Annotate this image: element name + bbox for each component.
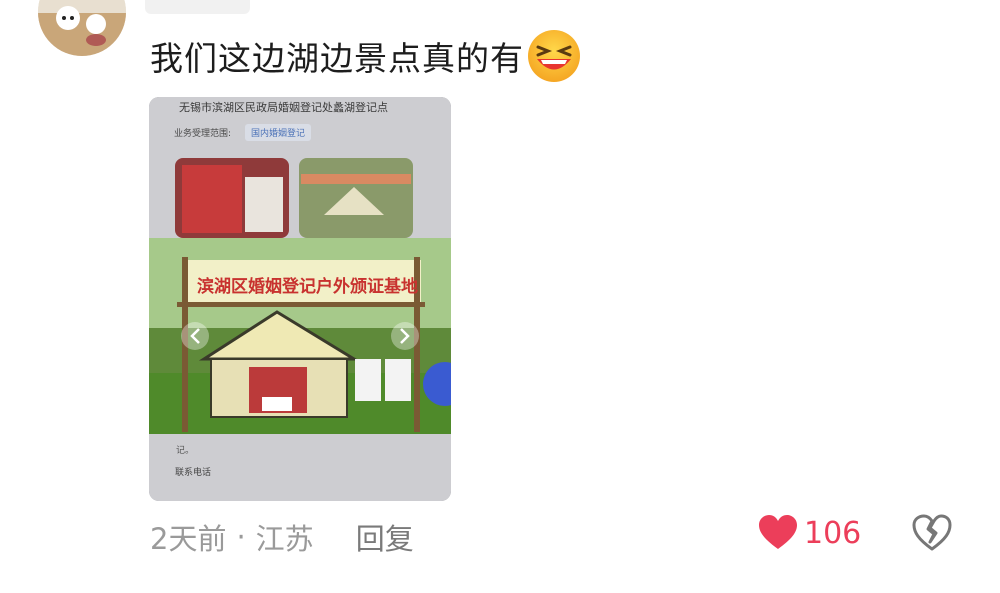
avatar-image — [38, 0, 126, 56]
comment-text: 我们这边湖边景点真的有 — [150, 28, 582, 84]
photo-title: 无锡市滨湖区民政局婚姻登记处蠡湖登记点 — [179, 101, 388, 114]
next-comment-hint — [230, 584, 430, 593]
comment-body: 我们这边湖边景点真的有 — [150, 39, 524, 78]
username-redacted — [145, 0, 250, 14]
photo-scope-label: 业务受理范围: — [174, 129, 232, 139]
comment-location: 江苏 — [255, 522, 314, 556]
photo-scope-chip: 国内婚姻登记 — [245, 124, 312, 141]
comment-meta: 2天前 · 江苏 回复 — [150, 516, 414, 558]
comment-time: 2天前 — [150, 522, 227, 556]
comment-photo[interactable]: 无锡市滨湖区民政局婚姻登记处蠡湖登记点 业务受理范围: 国内婚姻登记 滨湖区婚姻… — [149, 97, 451, 501]
dislike-button[interactable] — [912, 514, 952, 552]
photo-scene — [149, 97, 451, 501]
like-count: 106 — [804, 515, 862, 551]
photo-banner-text: 滨湖区婚姻登记户外颁证基地 — [197, 277, 418, 297]
meta-separator: · — [236, 520, 246, 554]
like-button[interactable]: 106 — [758, 515, 861, 551]
reply-button[interactable]: 回复 — [356, 516, 414, 558]
heart-icon — [759, 515, 797, 549]
broken-heart-icon — [912, 514, 952, 551]
photo-tail-text: 记。 — [176, 446, 195, 456]
laughing-face-icon — [528, 30, 580, 82]
avatar[interactable] — [38, 0, 126, 56]
photo-phone-label: 联系电话 — [175, 468, 212, 478]
